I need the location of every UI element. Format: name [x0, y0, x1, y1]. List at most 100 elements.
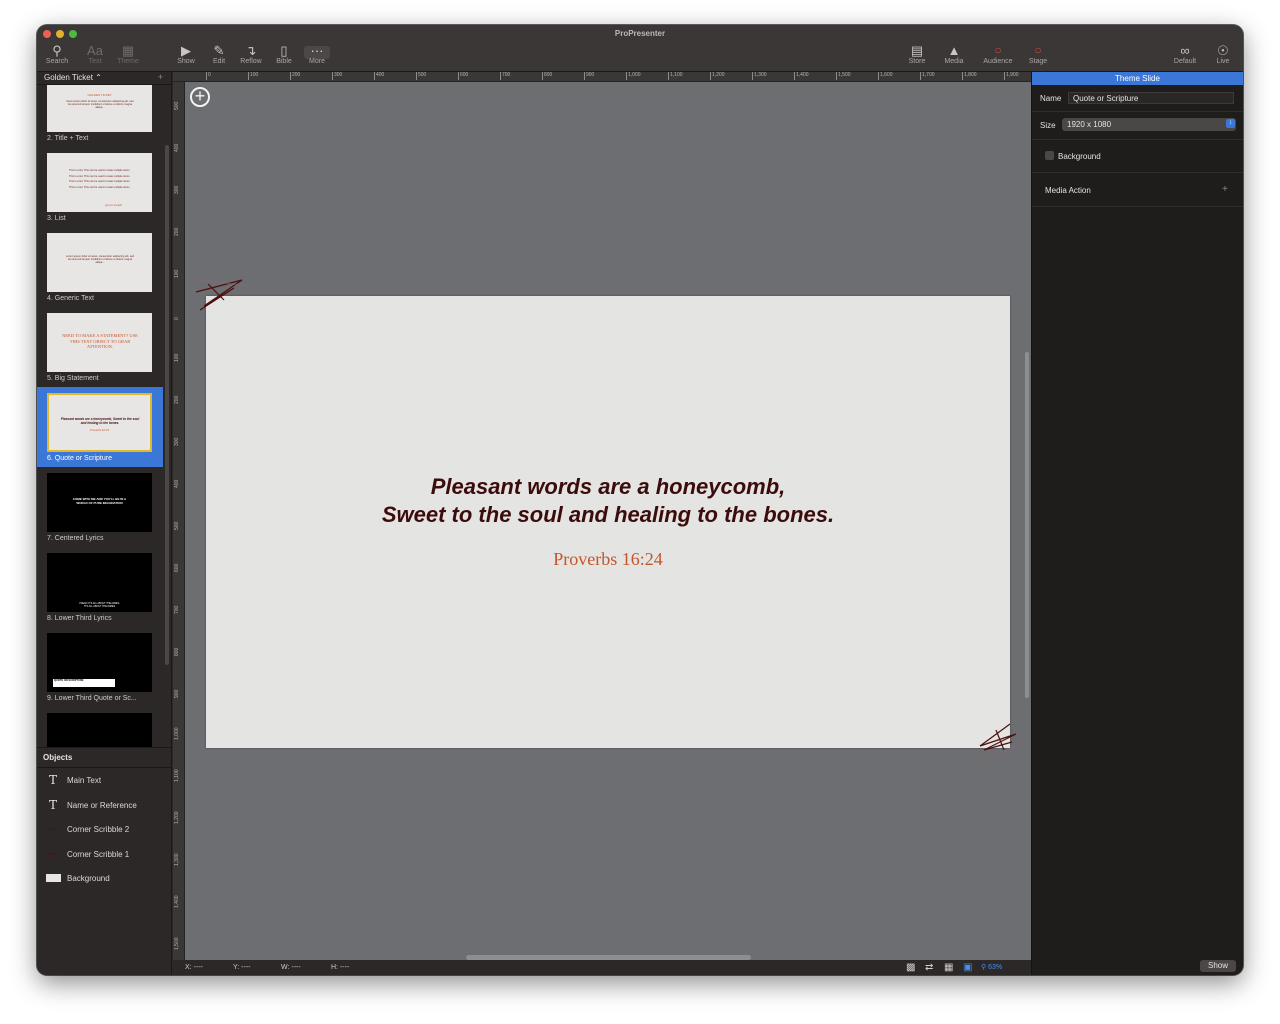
bible-button[interactable]: ▯ Bible — [266, 43, 302, 65]
thumbnail-label: 6. Quote or Scripture — [47, 455, 112, 462]
reference-text-object[interactable]: Proverbs 16:24 — [206, 549, 1010, 570]
thumbnail-lower-third-lyrics[interactable]: I MEAN IT'S ALL ABOUT THE DIMES, IT'S AL… — [37, 547, 163, 627]
thumbnail-mini-text: NEED TO MAKE A STATEMENT? USE THIS TEXT … — [62, 333, 138, 349]
ruler-tick: 1,300 — [174, 853, 180, 866]
more-label: More — [309, 58, 325, 65]
ruler-tick: 700 — [500, 72, 511, 80]
audience-status-icon: ○ — [994, 43, 1002, 57]
thumbnail-mini-text: Lorem ipsum dolor sit amet, consectetur … — [65, 255, 135, 265]
thumbnail-quote-or-scripture[interactable]: Pleasant words are a honeycomb, Sweet to… — [37, 387, 163, 467]
background-label: Background — [1058, 152, 1101, 161]
ruler-tick: 900 — [584, 72, 595, 80]
media-action-row: Media Action + — [1032, 173, 1243, 207]
status-bar: X: ---- Y: ---- W: ---- H: ---- ▩ ⇄ ▦ ▣ … — [173, 960, 1031, 975]
broadcast-icon: ☉ — [1217, 43, 1229, 58]
status-w: W: ---- — [281, 964, 301, 971]
slide-preview[interactable]: Pleasant words are a honeycomb, Sweet to… — [195, 279, 1025, 769]
object-label: Corner Scribble 2 — [67, 825, 130, 834]
add-object-button[interactable]: + — [190, 87, 210, 107]
audience-button[interactable]: ○ Audience — [980, 43, 1016, 65]
thumbnails-scrollbar[interactable] — [165, 145, 169, 665]
corner-scribble-1[interactable] — [194, 276, 254, 316]
checkerboard-icon[interactable]: ▩ — [906, 962, 915, 973]
thumbnail-list[interactable]: This is a list. This can be used to stat… — [37, 147, 163, 227]
snap-icon[interactable]: ▣ — [963, 962, 972, 973]
more-button[interactable]: ··· More — [299, 43, 335, 65]
store-button[interactable]: ▤ Store — [899, 43, 935, 65]
text-icon: Aa — [87, 43, 103, 58]
object-label: Main Text — [67, 776, 102, 785]
background-checkbox[interactable] — [1045, 151, 1054, 160]
ruler-tick: 400 — [374, 72, 385, 80]
main-text-object[interactable]: Pleasant words are a honeycomb, Sweet to… — [206, 473, 1010, 529]
thumbnail-mini-reference: Proverbs 16:24 — [90, 428, 109, 432]
thumbnail-lower-third-quote[interactable]: QUOTE OR SCRIPTURE 9. Lower Third Quote … — [37, 627, 163, 707]
thumbnail-image — [47, 713, 152, 747]
scribble-object-icon: ∽ — [47, 846, 59, 861]
stage-button[interactable]: ○ Stage — [1020, 43, 1056, 65]
show-button[interactable]: ▶ Show — [168, 43, 204, 65]
object-corner-scribble-2[interactable]: ∽ Corner Scribble 2 — [37, 817, 172, 842]
add-media-action-icon[interactable]: + — [1222, 184, 1228, 195]
main-text-line-2: Sweet to the soul and healing to the bon… — [381, 502, 835, 527]
object-main-text[interactable]: T Main Text — [37, 768, 172, 793]
edit-button[interactable]: ✎ Edit — [201, 43, 237, 65]
media-label: Media — [944, 58, 964, 65]
pencil-icon: ✎ — [213, 43, 225, 58]
add-slide-icon[interactable]: + — [158, 72, 163, 82]
thumbnail-next[interactable] — [37, 707, 163, 747]
ruler-tick: 1,800 — [962, 72, 977, 80]
search-button[interactable]: ⚲ Search — [39, 43, 75, 65]
edit-label: Edit — [212, 58, 226, 65]
ruler-tick: 1,300 — [752, 72, 767, 80]
objects-header: Objects — [37, 748, 172, 768]
fit-width-icon[interactable]: ⇄ — [925, 962, 933, 973]
ruler-tick: 1,500 — [836, 72, 851, 80]
slide-editor-canvas[interactable]: 0 100 200 300 400 500 600 700 800 900 1,000 1,100 1,… — [173, 72, 1031, 975]
object-label: Background — [67, 874, 110, 883]
text-object-icon: T — [48, 773, 57, 787]
media-button[interactable]: ▲ Media — [936, 43, 972, 65]
search-icon: ⚲ — [52, 43, 62, 58]
status-y: Y: ---- — [233, 964, 251, 971]
ruler-tick: 1,000 — [174, 727, 180, 740]
grid-icon[interactable]: ▦ — [944, 962, 953, 973]
text-object-icon: T — [48, 797, 57, 812]
object-corner-scribble-1[interactable]: ∽ Corner Scribble 1 — [37, 842, 172, 867]
reflow-button[interactable]: ↴ Reflow — [233, 43, 269, 65]
ruler-tick: 0 — [206, 72, 211, 80]
ruler-tick: 100 — [174, 269, 180, 278]
corner-scribble-2[interactable] — [966, 720, 1026, 770]
show-label: Show — [177, 58, 195, 65]
thumbnail-image: NEED TO MAKE A STATEMENT? USE THIS TEXT … — [47, 313, 152, 372]
ruler-tick: 200 — [174, 227, 180, 236]
thumbnail-title-text[interactable]: GOLDEN TICKET lorem ipsum dolor sit amet… — [37, 85, 163, 147]
stage-label: Stage — [1028, 58, 1048, 65]
name-field[interactable]: Quote or Scripture — [1068, 92, 1234, 104]
name-row: Name Quote or Scripture — [1032, 85, 1243, 112]
thumbnail-big-statement[interactable]: NEED TO MAKE A STATEMENT? USE THIS TEXT … — [37, 307, 163, 387]
theme-button[interactable]: ▦ Theme — [110, 43, 146, 65]
default-button[interactable]: ∞ Default — [1167, 43, 1203, 65]
size-select[interactable]: 1920 x 1080 ↕ — [1062, 118, 1236, 131]
media-icon: ▲ — [947, 43, 961, 58]
ruler-tick: 500 — [174, 521, 180, 530]
ruler-tick: 1,000 — [626, 72, 641, 80]
live-button[interactable]: ☉ Live — [1205, 43, 1241, 65]
thumbnail-generic-text[interactable]: Lorem ipsum dolor sit amet, consectetur … — [37, 227, 163, 307]
zoom-level[interactable]: ⚲ 63% — [981, 963, 1002, 971]
show-inspector-button[interactable]: Show — [1200, 960, 1236, 972]
ruler-tick: 900 — [174, 689, 180, 698]
default-label: Default — [1173, 58, 1197, 65]
object-label: Corner Scribble 1 — [67, 849, 130, 859]
mustache-icon: ∞ — [1180, 43, 1190, 58]
thumbnail-centered-lyrics[interactable]: COME WITH ME AND YOU'LL BE IN A WORLD OF… — [37, 467, 163, 547]
left-panel: Golden Ticket ⌃ + GOLDEN TICKET lorem ip… — [37, 72, 172, 975]
canvas-vertical-scrollbar[interactable] — [1025, 352, 1029, 698]
ruler-tick: 100 — [248, 72, 259, 80]
object-name-or-reference[interactable]: T Name or Reference — [37, 793, 172, 818]
thumbnail-label: 7. Centered Lyrics — [47, 535, 104, 542]
library-selector[interactable]: Golden Ticket ⌃ + — [37, 72, 171, 85]
text-button[interactable]: Aa Text — [77, 43, 113, 65]
object-background[interactable]: Background — [37, 866, 172, 891]
